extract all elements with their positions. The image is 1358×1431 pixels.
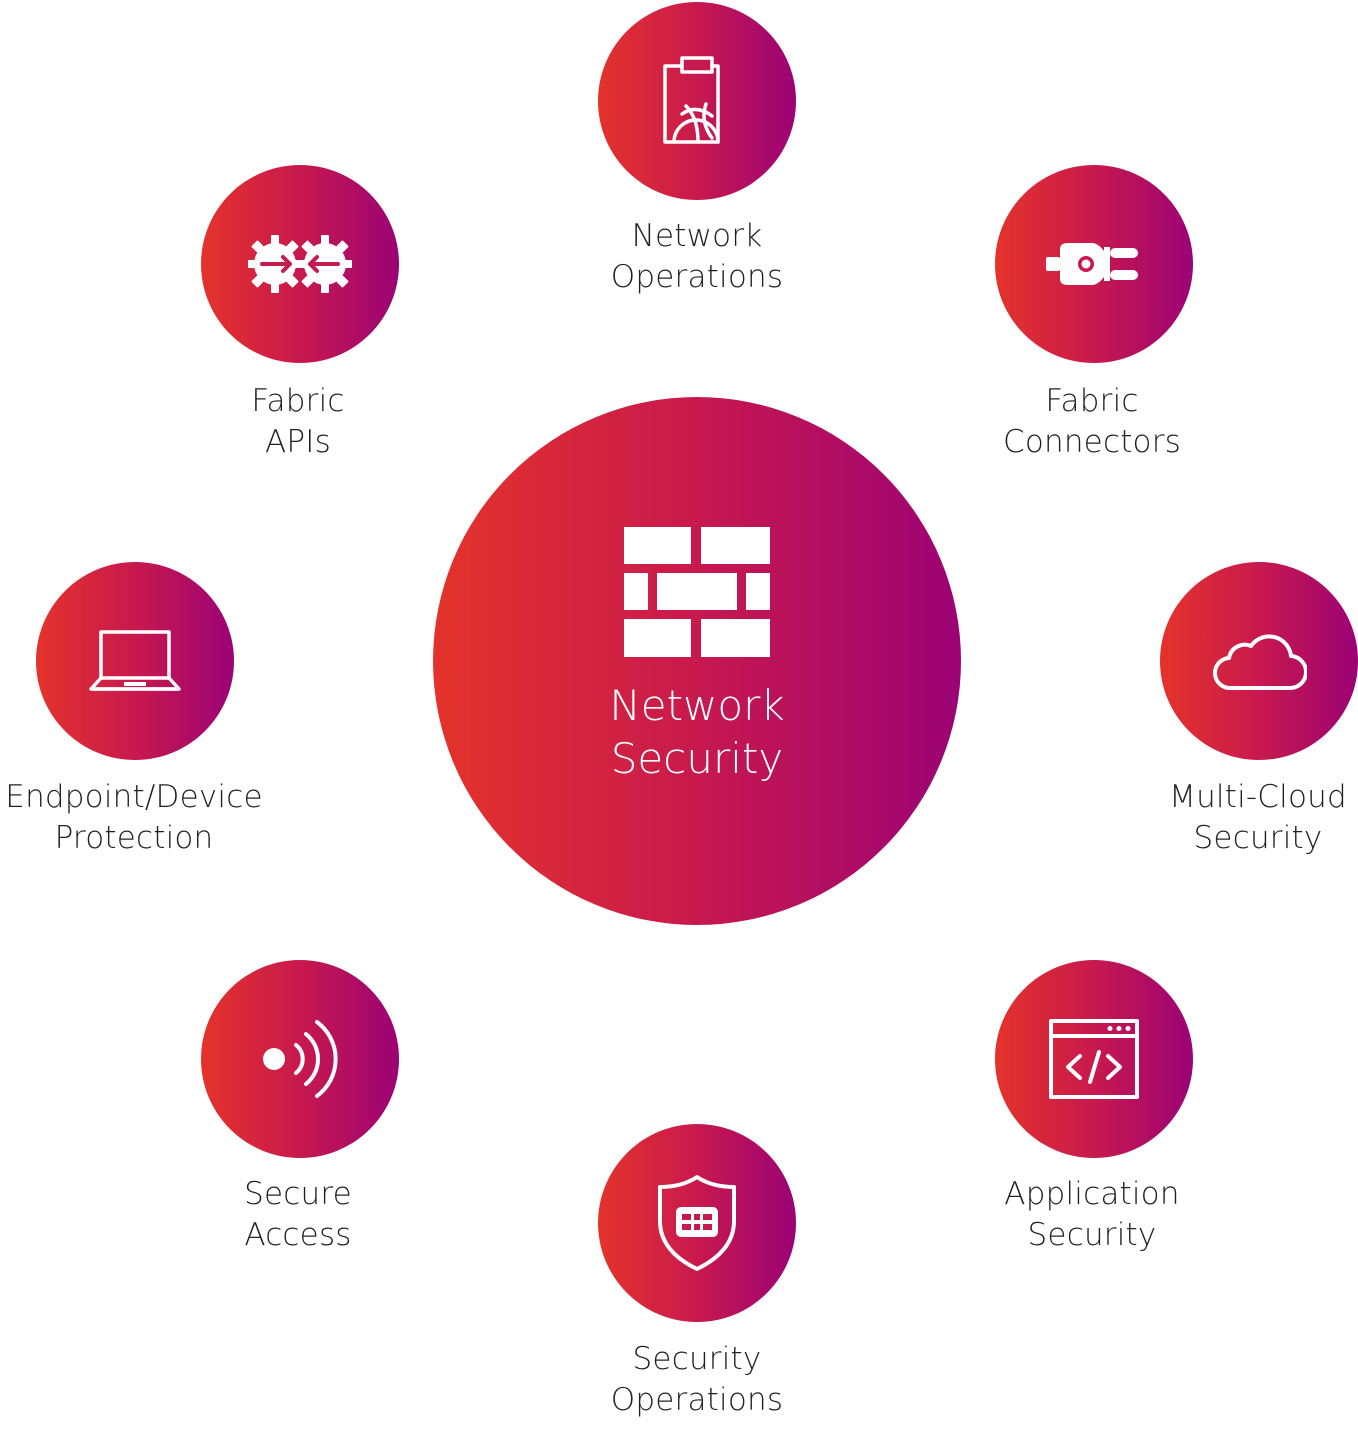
label-fabric-connectors: Fabric Connectors [1002,383,1182,460]
node-application-security [995,960,1193,1158]
node-multi-cloud-security [1160,562,1358,760]
label-fabric-apis: Fabric APIs [251,383,345,460]
node-endpoint-device-protection [36,562,234,760]
label-application-security: Application Security [1004,1176,1180,1253]
clipboard-globe-icon [663,56,720,144]
node-fabric-connectors [995,165,1193,363]
node-security-operations [598,1124,796,1322]
wireless-signal-icon [263,1020,338,1098]
label-secure-access: Secure Access [244,1176,352,1253]
network-security-label: Network Security [609,681,785,783]
network-security-hub: Network Security [433,397,961,925]
label-security-operations: Security Operations [610,1341,784,1418]
label-multi-cloud-security: Multi-Cloud Security [1169,779,1347,856]
node-network-operations [598,2,796,200]
node-secure-access [201,960,399,1158]
plug-connector-icon [1046,243,1138,285]
code-window-icon [1049,1019,1139,1099]
label-endpoint-device-protection: Endpoint/Device Protection [5,779,263,856]
laptop-icon [89,630,181,691]
shield-icon [658,1175,736,1271]
gears-exchange-icon [248,235,352,293]
label-network-operations: Network Operations [610,218,784,295]
firewall-brick-icon [624,527,770,657]
cloud-icon [1212,634,1307,691]
node-fabric-apis [201,165,399,363]
